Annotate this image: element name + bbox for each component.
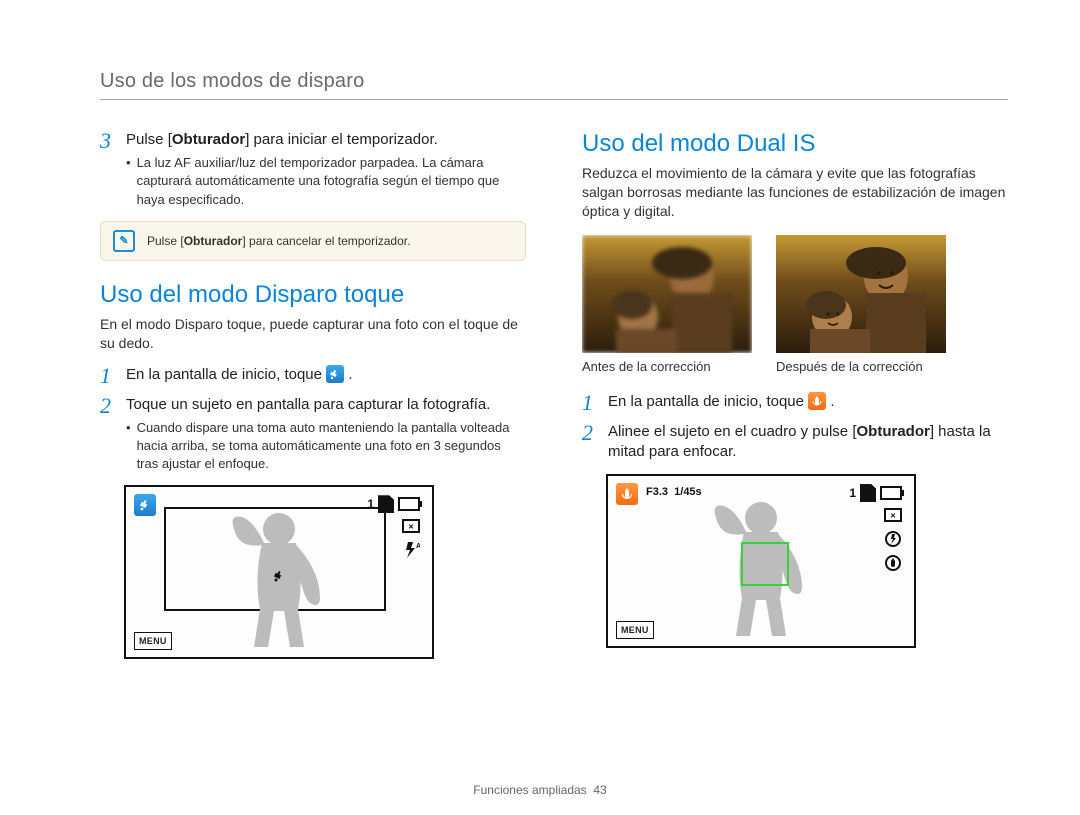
step-number: 1: [100, 365, 116, 387]
step-2-left: 2 Toque un sujeto en pantalla para captu…: [100, 395, 526, 474]
mode-badge-touch-icon: [134, 494, 156, 516]
page-footer: Funciones ampliadas 43: [0, 783, 1080, 797]
battery-icon: [398, 497, 420, 511]
before-caption: Antes de la corrección: [582, 359, 752, 374]
svg-text:✕: ✕: [408, 524, 414, 531]
menu-button: MENU: [134, 632, 172, 650]
sd-card-icon: [860, 484, 876, 502]
manual-page: Uso de los modos de disparo 3 Pulse [Obt…: [0, 0, 1080, 815]
dual-is-intro: Reduzca el movimiento de la cámara y evi…: [582, 164, 1008, 221]
heading-touch-shot: Uso del modo Disparo toque: [100, 281, 526, 309]
step-number: 2: [582, 422, 598, 463]
step-2-right-text: Alinee el sujeto en el cuadro y pulse [O…: [608, 422, 1008, 463]
step-2-left-bullet: Cuando dispare una toma auto manteniendo…: [126, 419, 526, 474]
stabilizer-icon: [884, 554, 902, 572]
step-2-right: 2 Alinee el sujeto en el cuadro y pulse …: [582, 422, 1008, 463]
image-size-icon: ✕: [884, 506, 902, 524]
lcd-screenshot-dualis: F3.3 1/45s 1 ✕: [606, 474, 916, 648]
before-block: Antes de la corrección: [582, 235, 752, 374]
period: .: [348, 366, 352, 383]
step-3-instruction: Pulse [Obturador] para iniciar el tempor…: [126, 130, 526, 150]
step-number: 1: [582, 392, 598, 414]
svg-text:A: A: [416, 543, 420, 550]
left-column: 3 Pulse [Obturador] para iniciar el temp…: [100, 130, 526, 659]
step-1-left: 1 En la pantalla de inicio, toque .: [100, 365, 526, 387]
flash-off-icon: [884, 530, 902, 548]
note-box: ✎ Pulse [Obturador] para cancelar el tem…: [100, 221, 526, 261]
comparison-row: Antes de la corrección: [582, 235, 1008, 374]
touch-shot-icon: [326, 365, 344, 383]
step-2-left-text: Toque un sujeto en pantalla para captura…: [126, 395, 526, 415]
period: .: [830, 393, 834, 410]
step-number: 2: [100, 395, 116, 474]
lcd-screenshot-touch: 1 ✕ A: [124, 485, 434, 659]
lcd-side-icons: ✕ A: [402, 517, 420, 559]
menu-button: MENU: [616, 621, 654, 639]
step-1-right-text: En la pantalla de inicio, toque .: [608, 392, 1008, 412]
touch-point-icon: [270, 567, 286, 583]
heading-dual-is: Uso del modo Dual IS: [582, 130, 1008, 158]
dual-is-icon: [808, 392, 826, 410]
mode-badge-dualis-icon: [616, 483, 638, 505]
step-1-left-text: En la pantalla de inicio, toque .: [126, 365, 526, 385]
shots-remaining: 1: [849, 484, 902, 502]
note-icon: ✎: [113, 230, 135, 252]
battery-icon: [880, 486, 902, 500]
after-photo: [776, 235, 946, 353]
right-column: Uso del modo Dual IS Reduzca el movimien…: [582, 130, 1008, 659]
step-3-bullet: La luz AF auxiliar/luz del temporizador …: [126, 154, 526, 209]
flash-auto-icon: A: [402, 541, 420, 559]
lcd-side-icons: ✕: [884, 506, 902, 572]
note-text: Pulse [Obturador] para cancelar el tempo…: [147, 234, 410, 248]
before-photo: [582, 235, 752, 353]
focus-square-green: [741, 542, 789, 586]
step-1-right: 1 En la pantalla de inicio, toque .: [582, 392, 1008, 414]
svg-text:✕: ✕: [890, 513, 896, 520]
step-number: 3: [100, 130, 116, 209]
after-caption: Después de la corrección: [776, 359, 946, 374]
touch-shot-intro: En el modo Disparo toque, puede capturar…: [100, 315, 526, 353]
image-size-icon: ✕: [402, 517, 420, 535]
exposure-readout: F3.3 1/45s: [646, 486, 702, 498]
section-header: Uso de los modos de disparo: [100, 70, 1008, 100]
step-3: 3 Pulse [Obturador] para iniciar el temp…: [100, 130, 526, 209]
after-block: Después de la corrección: [776, 235, 946, 374]
